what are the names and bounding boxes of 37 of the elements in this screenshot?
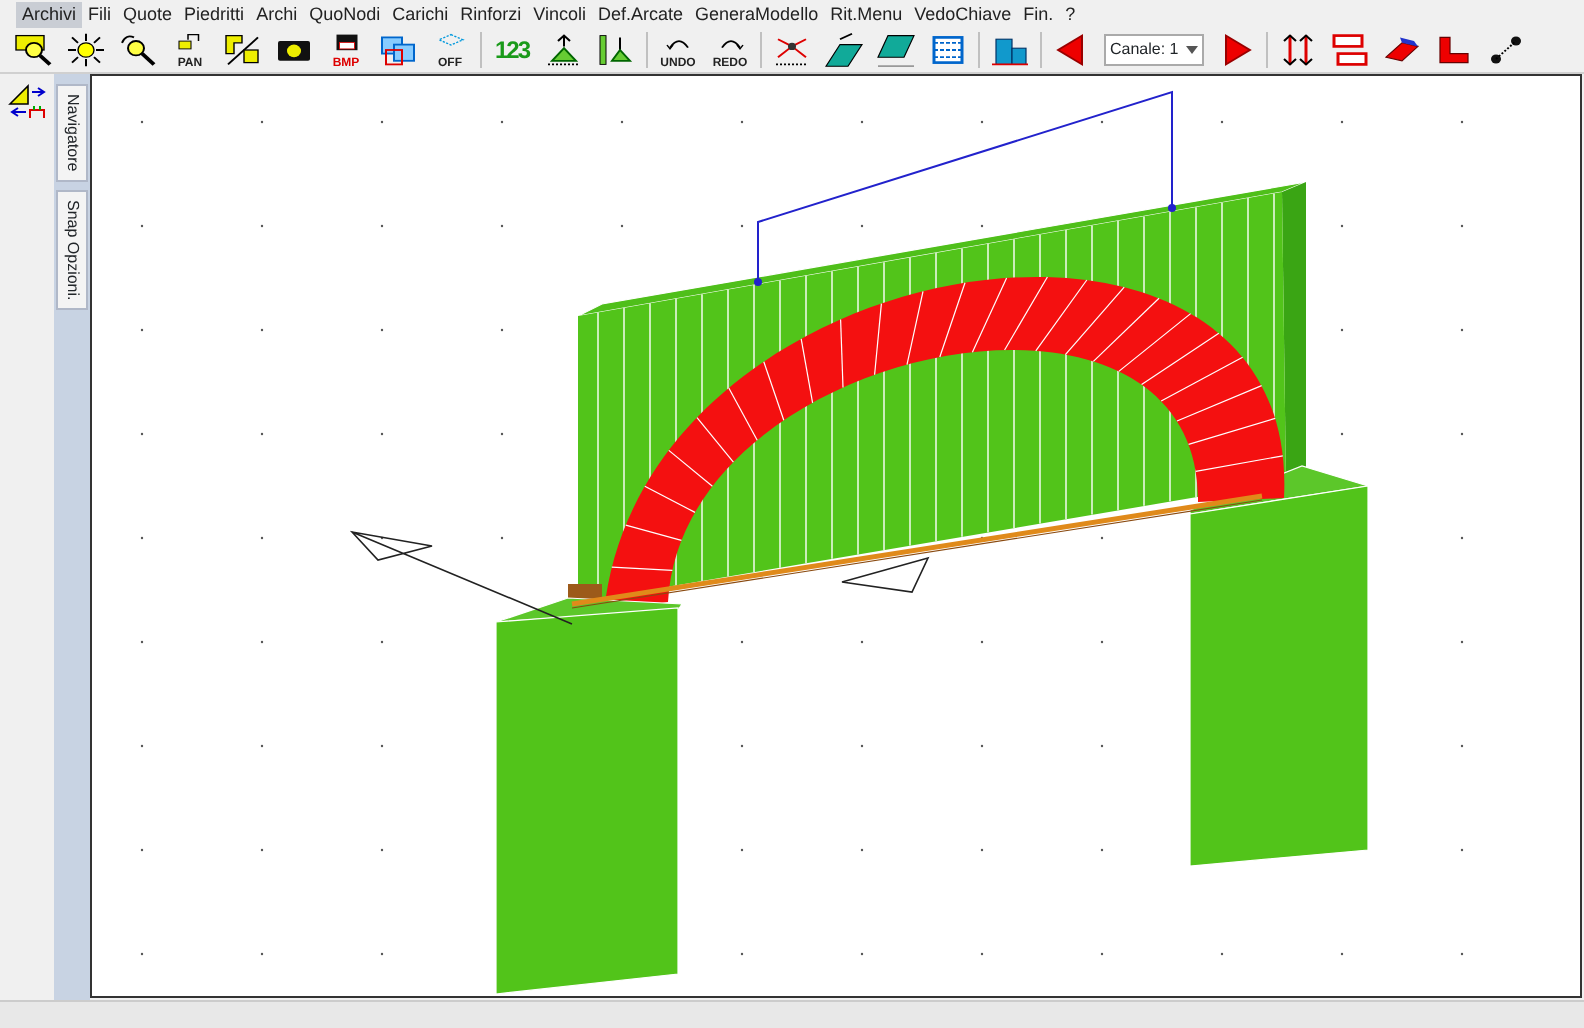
layers-icon	[378, 32, 418, 68]
channel-dropdown[interactable]: Canale: 1	[1104, 34, 1204, 66]
menu-item[interactable]: Archivi	[16, 1, 83, 27]
plate-icon	[876, 32, 916, 68]
node-links-icon	[772, 32, 812, 68]
side-tab[interactable]: Navigatore	[56, 84, 88, 182]
shapes-icon	[222, 32, 262, 68]
menu-item[interactable]: Rit.Menu	[824, 1, 909, 27]
side-tab[interactable]: Snap Opzioni.	[56, 189, 88, 310]
menu-item[interactable]: GeneraModello	[689, 1, 825, 27]
zoom-window-icon	[14, 32, 54, 68]
ruler-arrows-icon	[7, 84, 47, 120]
corner-icon	[1434, 32, 1474, 68]
frame-icon	[928, 32, 968, 68]
menu-item[interactable]: Piedritti	[178, 1, 251, 27]
menu-item[interactable]: VedoChiave	[908, 1, 1018, 27]
menu-item[interactable]: Archi	[250, 1, 304, 27]
column-support-icon	[596, 32, 636, 68]
menu-item[interactable]: Def.Arcate	[592, 1, 690, 27]
menu-item[interactable]: QuoNodi	[303, 1, 387, 27]
menu-item[interactable]: ?	[1059, 1, 1082, 27]
menu-item[interactable]: Quote	[117, 1, 179, 27]
menu-item[interactable]: Fili	[82, 1, 118, 27]
arrows-icon	[1278, 32, 1318, 68]
nodes-icon	[1486, 32, 1526, 68]
menu-item[interactable]: Vincoli	[527, 1, 592, 27]
support-icon	[544, 32, 584, 68]
plate-icon	[824, 32, 864, 68]
menu-item[interactable]: Carichi	[386, 1, 455, 27]
menu-item[interactable]: Rinforzi	[454, 1, 528, 27]
menu-item[interactable]: Fin.	[1017, 1, 1060, 27]
magnifier-icon	[118, 32, 158, 68]
snap-tools-button[interactable]	[5, 80, 49, 124]
sun-icon	[66, 32, 106, 68]
drawing-canvas[interactable]	[90, 74, 1582, 998]
caret-icon	[1186, 46, 1198, 54]
stacked-boxes-icon	[1330, 32, 1370, 68]
